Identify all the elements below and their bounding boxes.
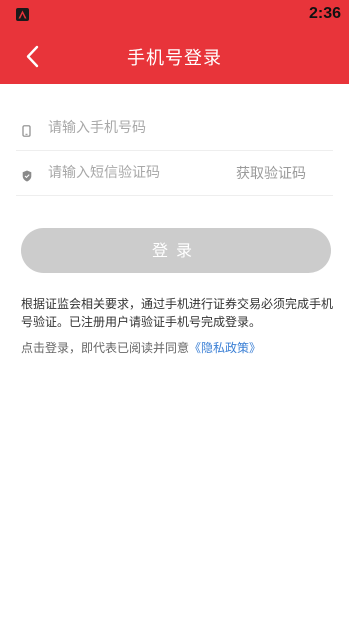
shield-icon [22, 167, 32, 186]
login-button[interactable]: 登录 [21, 228, 331, 273]
verification-notice: 根据证监会相关要求，通过手机进行证券交易必须完成手机号验证。已注册用户请验证手机… [21, 297, 334, 329]
code-row: 获取验证码 [16, 151, 333, 196]
phone-input[interactable] [48, 117, 248, 139]
app-notification-icon [16, 8, 29, 21]
app-header: 手机号登录 [0, 30, 349, 84]
status-time: 2:36 [308, 5, 341, 22]
agreement-prefix: 点击登录，即代表已阅读并同意 [21, 341, 190, 355]
privacy-policy-link[interactable]: 《隐私政策》 [189, 341, 261, 355]
phone-icon [22, 122, 31, 141]
phone-row [16, 106, 333, 151]
sms-code-input[interactable] [48, 162, 248, 184]
get-code-button[interactable]: 获取验证码 [236, 163, 306, 183]
agreement-text: 点击登录，即代表已阅读并同意《隐私政策》 [21, 339, 341, 357]
page-title: 手机号登录 [127, 48, 222, 69]
status-bar: 2:36 [0, 0, 349, 30]
